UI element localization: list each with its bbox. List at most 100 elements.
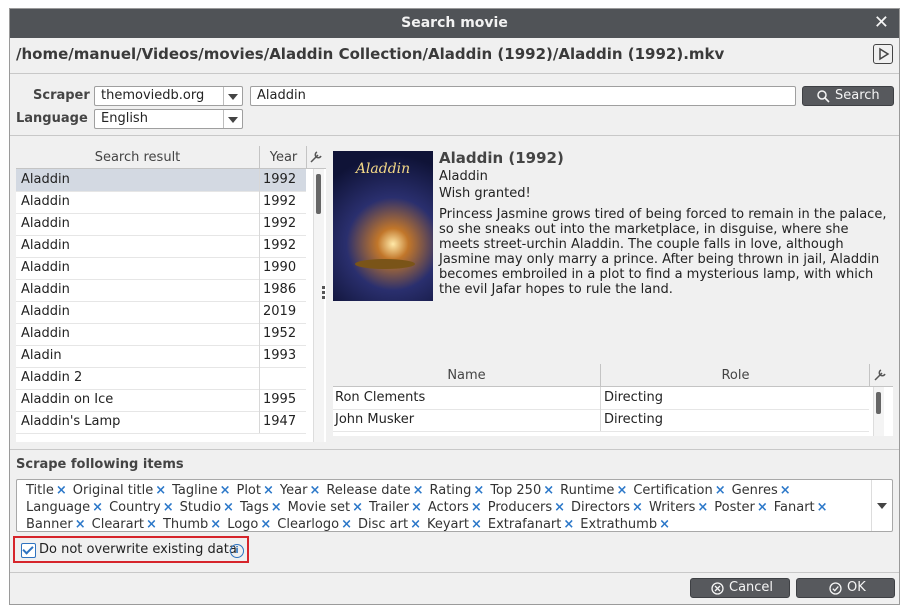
column-divider	[259, 235, 260, 257]
info-icon[interactable]: i	[230, 544, 244, 558]
results-scrollbar[interactable]	[313, 169, 324, 442]
column-header-role[interactable]: Role	[600, 364, 870, 387]
column-header-year[interactable]: Year	[259, 146, 307, 169]
remove-tag-icon[interactable]: ×	[471, 517, 482, 532]
remove-tag-icon[interactable]: ×	[659, 517, 670, 532]
scrape-item-label: Tags	[239, 500, 269, 515]
remove-tag-icon[interactable]: ×	[352, 500, 363, 515]
plot-text: Princess Jasmine grows tired of being fo…	[439, 207, 887, 297]
result-title: Aladdin 2	[21, 370, 83, 385]
remove-tag-icon[interactable]: ×	[223, 500, 234, 515]
table-row[interactable]: Aladdin 1992	[16, 191, 306, 214]
remove-tag-icon[interactable]: ×	[146, 517, 157, 532]
remove-tag-icon[interactable]: ×	[341, 517, 352, 532]
remove-tag-icon[interactable]: ×	[413, 483, 424, 498]
remove-tag-icon[interactable]: ×	[75, 517, 86, 532]
table-row[interactable]: Aladdin's Lamp 1947	[16, 411, 306, 434]
column-divider	[259, 367, 260, 389]
separator	[10, 73, 899, 74]
crew-column-settings-button[interactable]	[869, 364, 893, 387]
result-title: Aladdin on Ice	[21, 392, 114, 407]
scrape-item-label: Certification	[633, 483, 713, 498]
remove-tag-icon[interactable]: ×	[220, 483, 231, 498]
play-button[interactable]	[873, 44, 893, 64]
scraper-select[interactable]: themoviedb.org	[94, 86, 243, 106]
result-title: Aladdin	[21, 260, 70, 275]
scrape-item-tag: Tagline ×	[172, 482, 230, 499]
column-header-search-result[interactable]: Search result	[16, 146, 259, 169]
remove-tag-icon[interactable]: ×	[155, 483, 166, 498]
close-icon[interactable]: ✕	[874, 12, 889, 33]
role-header-label: Role	[721, 368, 750, 383]
column-divider	[259, 411, 260, 433]
check-circle-icon	[829, 582, 842, 595]
result-title: Aladdin	[21, 172, 70, 187]
table-row[interactable]: Aladdin on Ice 1995	[16, 389, 306, 412]
remove-tag-icon[interactable]: ×	[563, 517, 574, 532]
result-year: 1992	[263, 194, 297, 209]
remove-tag-icon[interactable]: ×	[163, 500, 174, 515]
search-input[interactable]: Aladdin	[250, 86, 796, 106]
search-movie-dialog: Search movie ✕ /home/manuel/Videos/movie…	[9, 8, 900, 605]
remove-tag-icon[interactable]: ×	[473, 483, 484, 498]
search-button[interactable]: Search	[802, 86, 894, 106]
column-settings-button[interactable]	[306, 146, 326, 169]
column-header-name[interactable]: Name	[333, 364, 600, 387]
overwrite-checkbox-label[interactable]: Do not overwrite existing data	[39, 542, 237, 557]
remove-tag-icon[interactable]: ×	[632, 500, 643, 515]
remove-tag-icon[interactable]: ×	[411, 500, 422, 515]
scrollbar-thumb[interactable]	[876, 392, 881, 414]
cancel-button[interactable]: Cancel	[690, 578, 790, 598]
remove-tag-icon[interactable]: ×	[271, 500, 282, 515]
scrollbar-thumb[interactable]	[316, 174, 321, 214]
scrape-item-label: Logo	[227, 517, 259, 532]
table-row[interactable]: Aladdin 2019	[16, 301, 306, 324]
scrape-item-tag: Language ×	[26, 499, 103, 516]
scrape-item-label: Top 250	[490, 483, 542, 498]
language-select[interactable]: English	[94, 109, 243, 129]
remove-tag-icon[interactable]: ×	[210, 517, 221, 532]
table-row[interactable]: Aladdin 1952	[16, 323, 306, 346]
crew-scrollbar[interactable]	[873, 387, 884, 436]
scrape-item-tag: Logo ×	[227, 516, 271, 533]
crew-role: Directing	[604, 412, 664, 427]
remove-tag-icon[interactable]: ×	[309, 483, 320, 498]
remove-tag-icon[interactable]: ×	[780, 483, 791, 498]
scrape-item-tag: Clearlogo ×	[277, 516, 352, 533]
remove-tag-icon[interactable]: ×	[757, 500, 768, 515]
splitter-handle[interactable]	[322, 286, 325, 302]
scrape-item-tag: Top 250 ×	[490, 482, 554, 499]
remove-tag-icon[interactable]: ×	[410, 517, 421, 532]
scrape-items-dropdown[interactable]	[871, 480, 892, 531]
search-input-value: Aladdin	[257, 88, 306, 103]
remove-tag-icon[interactable]: ×	[543, 483, 554, 498]
overwrite-checkbox[interactable]	[21, 543, 36, 558]
remove-tag-icon[interactable]: ×	[554, 500, 565, 515]
crew-row[interactable]: Ron Clements Directing	[333, 387, 869, 410]
remove-tag-icon[interactable]: ×	[56, 483, 67, 498]
remove-tag-icon[interactable]: ×	[616, 483, 627, 498]
table-row[interactable]: Aladin 1993	[16, 345, 306, 368]
scrape-item-tag: Country ×	[109, 499, 174, 516]
ok-button[interactable]: OK	[796, 578, 895, 598]
overwrite-highlight-box: Do not overwrite existing data i	[13, 536, 249, 563]
remove-tag-icon[interactable]: ×	[715, 483, 726, 498]
remove-tag-icon[interactable]: ×	[471, 500, 482, 515]
scrape-item-tag: Release date ×	[326, 482, 423, 499]
scrape-item-tag: Tags ×	[240, 499, 282, 516]
crew-row[interactable]: John Musker Directing	[333, 409, 869, 432]
scrape-item-label: Directors	[571, 500, 631, 515]
table-row[interactable]: Aladdin 2	[16, 367, 306, 390]
remove-tag-icon[interactable]: ×	[92, 500, 103, 515]
column-divider	[259, 301, 260, 323]
table-row[interactable]: Aladdin 1992	[16, 169, 306, 192]
remove-tag-icon[interactable]: ×	[260, 517, 271, 532]
table-row[interactable]: Aladdin 1992	[16, 235, 306, 258]
table-row[interactable]: Aladdin 1986	[16, 279, 306, 302]
remove-tag-icon[interactable]: ×	[817, 500, 828, 515]
scrape-items-field[interactable]: Title × Original title × Tagline × Plot × Year × R…	[16, 479, 893, 532]
table-row[interactable]: Aladdin 1990	[16, 257, 306, 280]
remove-tag-icon[interactable]: ×	[263, 483, 274, 498]
table-row[interactable]: Aladdin 1992	[16, 213, 306, 236]
remove-tag-icon[interactable]: ×	[697, 500, 708, 515]
